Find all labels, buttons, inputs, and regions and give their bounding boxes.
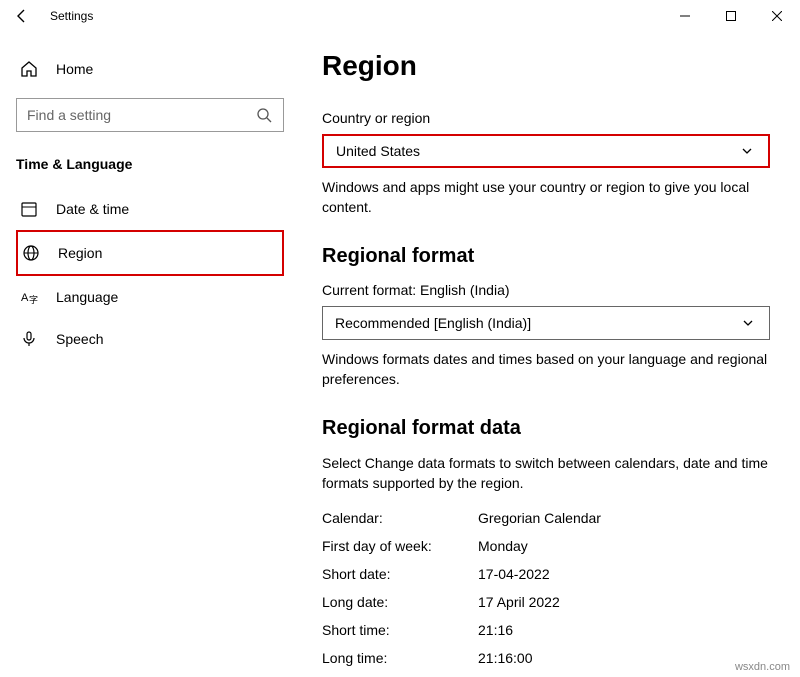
sidebar-item-label: Date & time [56,201,129,217]
format-value: Recommended [English (India)] [335,315,531,331]
clock-icon [20,200,38,218]
window-title: Settings [50,9,93,23]
kv-value: Gregorian Calendar [478,510,601,526]
sidebar-item-label: Speech [56,331,103,347]
minimize-button[interactable] [662,0,708,32]
current-format-label: Current format: English (India) [322,282,770,298]
home-label: Home [56,61,93,77]
search-input[interactable]: Find a setting [16,98,284,132]
kv-key: Long date: [322,594,478,610]
kv-value: 17-04-2022 [478,566,550,582]
sidebar-item-date-time[interactable]: Date & time [16,188,284,230]
sidebar-section-title: Time & Language [16,156,284,172]
format-data-heading: Regional format data [322,417,770,440]
close-button[interactable] [754,0,800,32]
kv-value: 21:16:00 [478,650,533,666]
kv-row: Short date:17-04-2022 [322,560,770,588]
arrow-left-icon [14,8,30,24]
svg-text:字: 字 [29,294,38,305]
kv-value: Monday [478,538,528,554]
country-value: United States [336,143,420,159]
kv-key: Short date: [322,566,478,582]
sidebar-item-label: Language [56,289,118,305]
kv-key: First day of week: [322,538,478,554]
search-placeholder: Find a setting [27,107,111,123]
microphone-icon [20,330,38,348]
svg-text:A: A [21,292,29,304]
country-label: Country or region [322,110,770,126]
sidebar-item-speech[interactable]: Speech [16,318,284,360]
page-title: Region [322,50,770,82]
chevron-down-icon [738,142,756,160]
maximize-button[interactable] [708,0,754,32]
kv-row: Long date:17 April 2022 [322,588,770,616]
kv-key: Calendar: [322,510,478,526]
kv-row: Short time:21:16 [322,616,770,644]
kv-key: Short time: [322,622,478,638]
window-controls [662,0,800,32]
globe-icon [22,244,40,262]
kv-value: 17 April 2022 [478,594,560,610]
home-icon [20,60,38,78]
kv-row: Long time:21:16:00 [322,644,770,672]
kv-key: Long time: [322,650,478,666]
regional-format-desc: Windows formats dates and times based on… [322,350,770,389]
country-dropdown[interactable]: United States [322,134,770,168]
regional-format-heading: Regional format [322,245,770,268]
format-data-desc: Select Change data formats to switch bet… [322,454,770,493]
country-desc: Windows and apps might use your country … [322,178,770,217]
search-icon [255,106,273,124]
back-button[interactable] [10,4,34,28]
format-dropdown[interactable]: Recommended [English (India)] [322,306,770,340]
chevron-down-icon [739,314,757,332]
sidebar-nav: Date & time Region A字 Language Speech [16,188,284,360]
watermark: wsxdn.com [735,661,790,673]
home-nav[interactable]: Home [16,50,284,88]
kv-value: 21:16 [478,622,513,638]
sidebar: Home Find a setting Time & Language Date… [0,32,300,677]
kv-row: First day of week:Monday [322,532,770,560]
sidebar-item-region[interactable]: Region [16,230,284,276]
sidebar-item-language[interactable]: A字 Language [16,276,284,318]
kv-row: Calendar:Gregorian Calendar [322,504,770,532]
main-panel: Region Country or region United States W… [300,32,800,677]
language-icon: A字 [20,288,38,306]
sidebar-item-label: Region [58,245,102,261]
